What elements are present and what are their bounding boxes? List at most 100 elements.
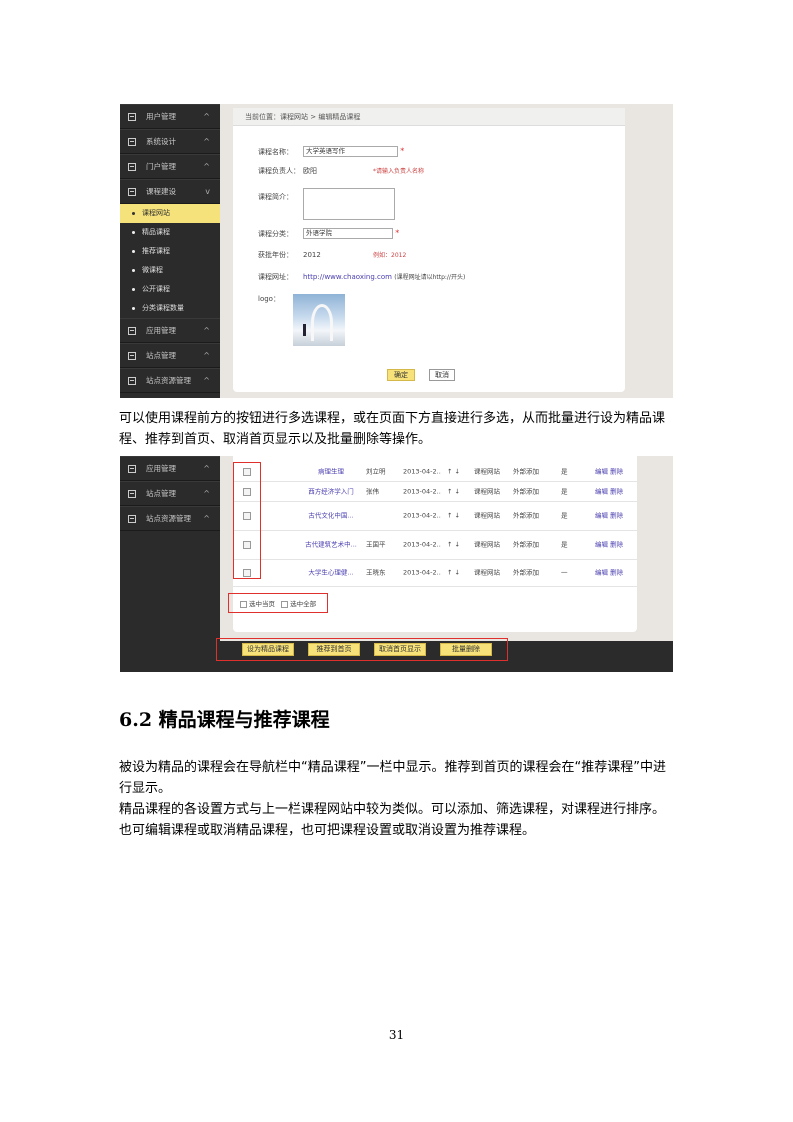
menu-square-icon [128, 515, 136, 523]
menu-square-icon [128, 352, 136, 360]
year-input[interactable]: 2012 [303, 251, 373, 259]
teacher-cell: 刘立明 [366, 467, 386, 475]
sidebar-item-users[interactable]: 用户管理 ^ [120, 104, 220, 129]
url-input[interactable]: http://www.chaoxing.com [303, 273, 392, 281]
sidebar-sub-recommended[interactable]: 推荐课程 [120, 242, 220, 261]
course-name-input[interactable]: 大学英语写作 [303, 146, 398, 157]
form-row-year: 获批年份： 2012 例如：2012 [258, 250, 406, 260]
required-mark: * [400, 146, 405, 156]
menu-square-icon [128, 138, 136, 146]
sidebar-sub-open-course[interactable]: 公开课程 [120, 280, 220, 299]
paragraph-quality-recommend: 被设为精品的课程会在导航栏中“精品课程”一栏中显示。推荐到首页的课程会在“推荐课… [119, 760, 666, 796]
batch-buttons-highlight [216, 638, 508, 661]
sidebar-sub-course-site[interactable]: 课程网站 [120, 204, 220, 223]
sidebar: 应用管理 ^ 站点管理 ^ 站点资源管理 ^ [120, 456, 220, 641]
chevron-up-icon: ^ [203, 162, 210, 171]
sidebar-sub-quality-course[interactable]: 精品课程 [120, 223, 220, 242]
section-heading: 6.2 精品课程与推荐课程 [119, 709, 330, 731]
sidebar-sub-micro-course[interactable]: 微课程 [120, 261, 220, 280]
breadcrumb: 当前位置：课程网站 > 编辑精品课程 [233, 108, 625, 126]
course-title-link[interactable]: 古代建筑艺术中... [303, 541, 359, 550]
field-label: 课程网址： [258, 273, 293, 281]
teacher-cell: 王晓东 [366, 568, 386, 577]
chevron-up-icon: ^ [203, 351, 210, 360]
course-title-link[interactable]: 古代文化中国... [303, 512, 359, 521]
sidebar-item-label: 系统设计 [146, 137, 176, 146]
sort-arrows-icon[interactable]: ↑ ↓ [447, 541, 460, 550]
sidebar: 用户管理 ^ 系统设计 ^ 门户管理 ^ 课程建设 v 课程网站 精品课程 推荐课程 微… [120, 104, 220, 398]
sidebar-item-label: 站点资源管理 [146, 514, 191, 523]
sidebar-sub-category-count[interactable]: 分类课程数量 [120, 299, 220, 318]
sidebar-item-portal[interactable]: 门户管理 ^ [120, 154, 220, 179]
flag-cell: 一 [561, 568, 568, 577]
field-label: 课程简介： [258, 193, 293, 201]
menu-square-icon [128, 327, 136, 335]
sidebar-item-apps[interactable]: 应用管理 ^ [120, 318, 220, 343]
flag-cell: 是 [561, 511, 568, 520]
url-hint: (课程网址请以http://开头) [394, 274, 466, 281]
sort-arrows-icon[interactable]: ↑ ↓ [447, 569, 460, 578]
table-row: 古代建筑艺术中... 王国平 2013-04-2.. ↑ ↓ 课程网站 外部添加… [233, 531, 637, 560]
course-title-link[interactable]: 西方经济学入门 [303, 487, 359, 496]
sidebar-item-site[interactable]: 站点管理 ^ [120, 343, 220, 368]
chevron-up-icon: ^ [203, 489, 210, 498]
paragraph-settings: 精品课程的各设置方式与上一栏课程网站中较为类似。可以添加、筛选课程，对课程进行排… [119, 802, 666, 838]
sidebar-item-label: 站点资源管理 [146, 376, 191, 385]
required-mark: * [395, 228, 400, 238]
sidebar-item-label: 应用管理 [146, 326, 176, 335]
chevron-up-icon: ^ [203, 326, 210, 335]
source-cell: 外部添加 [513, 467, 539, 475]
form-row-teacher: 课程负责人： 欧阳 *请输入负责人名称 [258, 166, 424, 176]
chevron-up-icon: ^ [203, 376, 210, 385]
sort-arrows-icon[interactable]: ↑ ↓ [447, 467, 460, 476]
sort-arrows-icon[interactable]: ↑ ↓ [447, 512, 460, 521]
flag-cell: 是 [561, 487, 568, 495]
form-row-intro: 课程简介： [258, 192, 303, 202]
course-intro-textarea[interactable] [303, 188, 395, 220]
form-row-url: 课程网址： http://www.chaoxing.com (课程网址请以http… [258, 272, 465, 282]
sidebar-item-site-resources[interactable]: 站点资源管理 ^ [120, 368, 220, 393]
date-cell: 2013-04-2.. [403, 511, 441, 520]
sidebar-item-label: 站点管理 [146, 489, 176, 498]
cancel-button[interactable]: 取消 [429, 369, 455, 381]
sidebar-item-label: 应用管理 [146, 464, 176, 473]
field-label: 课程负责人： [258, 167, 300, 175]
date-cell: 2013-04-2.. [403, 568, 441, 577]
checkbox-column-highlight [233, 462, 261, 579]
flag-cell: 是 [561, 540, 568, 549]
table-row: 大学生心理健... 王晓东 2013-04-2.. ↑ ↓ 课程网站 外部添加 … [233, 560, 637, 587]
teacher-cell: 张伟 [366, 487, 379, 495]
table-row: 古代文化中国... 2013-04-2.. ↑ ↓ 课程网站 外部添加 是 编辑… [233, 502, 637, 531]
form-row-name: 课程名称： 大学英语写作 * [258, 146, 404, 157]
course-logo-image[interactable] [293, 294, 345, 346]
edit-form-panel: 当前位置：课程网站 > 编辑精品课程 课程名称： 大学英语写作 * 课程负责人：欧… [233, 108, 625, 392]
row-actions[interactable]: 编辑 删除 [595, 541, 623, 550]
confirm-button[interactable]: 确定 [387, 369, 415, 381]
chevron-up-icon: ^ [203, 514, 210, 523]
menu-square-icon [128, 163, 136, 171]
sidebar-item-site-resources[interactable]: 站点资源管理 ^ [120, 506, 220, 531]
type-cell: 课程网站 [474, 568, 500, 577]
sort-arrows-icon[interactable]: ↑ ↓ [447, 487, 460, 496]
source-cell: 外部添加 [513, 568, 539, 577]
row-actions[interactable]: 编辑 删除 [595, 487, 623, 496]
sidebar-item-course-build[interactable]: 课程建设 v [120, 179, 220, 204]
course-edit-screenshot: 用户管理 ^ 系统设计 ^ 门户管理 ^ 课程建设 v 课程网站 精品课程 推荐课程 微… [120, 104, 673, 398]
sidebar-item-label: 站点管理 [146, 351, 176, 360]
batch-operations-screenshot: 应用管理 ^ 站点管理 ^ 站点资源管理 ^ 病理生理 刘立明 2013-04-2..… [120, 456, 673, 672]
row-actions[interactable]: 编辑 删除 [595, 569, 623, 578]
table-row: 病理生理 刘立明 2013-04-2.. ↑ ↓ 课程网站 外部添加 是 编辑 … [233, 462, 637, 482]
sidebar-item-site[interactable]: 站点管理 ^ [120, 481, 220, 506]
source-cell: 外部添加 [513, 511, 539, 520]
sidebar-item-apps[interactable]: 应用管理 ^ [120, 456, 220, 481]
sidebar-item-system[interactable]: 系统设计 ^ [120, 129, 220, 154]
course-title-link[interactable]: 大学生心理健... [303, 569, 359, 578]
date-cell: 2013-04-2.. [403, 540, 441, 549]
field-label: 获批年份： [258, 251, 293, 259]
row-actions[interactable]: 编辑 删除 [595, 512, 623, 521]
category-select[interactable]: 外语学院 [303, 228, 393, 239]
row-actions[interactable]: 编辑 删除 [595, 467, 623, 476]
course-title-link[interactable]: 病理生理 [303, 467, 359, 476]
chevron-up-icon: ^ [203, 137, 210, 146]
teacher-input[interactable]: 欧阳 [303, 166, 373, 176]
